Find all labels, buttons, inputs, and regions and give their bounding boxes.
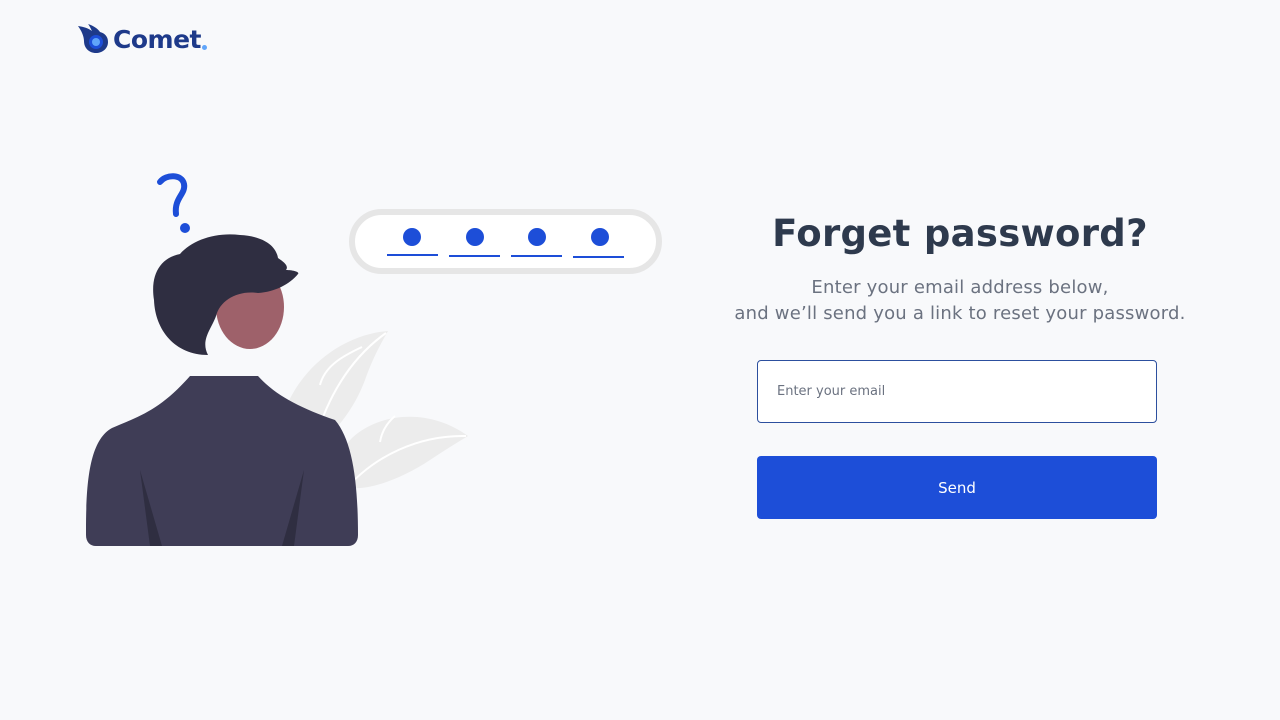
password-bubble [349,209,662,274]
brand-logo[interactable]: Comet [78,22,207,56]
question-mark-icon [157,173,190,233]
password-dot [403,228,421,246]
password-dot [466,228,484,246]
email-input[interactable] [757,360,1157,423]
subtitle-line-1: Enter your email address below, [811,277,1109,298]
page-subtitle: Enter your email address below, and we’l… [700,275,1220,327]
confused-person-illustration [86,173,662,546]
page-title: Forget password? [772,212,1148,255]
subtitle-line-2: and we’ll send you a link to reset your … [734,303,1186,324]
comet-logo-icon [78,24,108,53]
brand-name: Comet [113,24,201,54]
forgot-password-page: Comet Forget password? Enter your email … [0,0,1280,720]
send-button[interactable]: Send [757,456,1157,519]
reset-form: Forget password? Enter your email addres… [700,205,1220,519]
password-dot [591,228,609,246]
password-dot [528,228,546,246]
brand-dot [201,44,207,50]
